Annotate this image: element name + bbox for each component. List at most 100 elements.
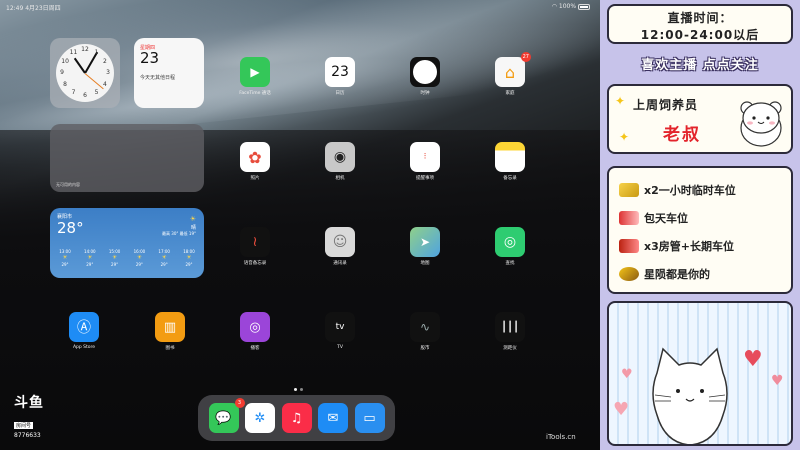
app-voice-memos[interactable]: ≀ 语音备忘录 (235, 227, 275, 266)
douyu-watermark: 斗鱼 房间号 8776633 (14, 392, 44, 439)
app-contacts[interactable]: ☺ 通讯录 (320, 227, 360, 266)
app-notes[interactable]: 备忘录 (490, 142, 530, 181)
gift-text: x3房管+长期车位 (644, 240, 734, 253)
sun-icon: ☀ (161, 254, 167, 261)
cat-mascot-icon (652, 347, 728, 444)
find-my-icon: ◎ (495, 227, 525, 257)
clock-numeral: 7 (71, 88, 76, 96)
clock-numeral: 11 (69, 49, 78, 57)
home-badge: 27 (520, 52, 531, 62)
ipad-home-screen: 12:49 4月23日周四 ◠ 100% 12 1 2 3 4 5 6 7 8 9 10 11 星期四… (0, 0, 600, 450)
empty-widget-label: 无可用的内容 (56, 182, 80, 187)
app-label: App Store (72, 345, 96, 350)
weather-hour: 18:00 ☀ 29° (180, 249, 198, 267)
star-icon: ✦ (615, 94, 626, 108)
app-label: 股市 (420, 346, 430, 351)
app-tv[interactable]: tv TV (320, 312, 360, 350)
app-clock[interactable]: 时钟 (405, 57, 445, 96)
stream-time-title: 直播时间： (667, 11, 733, 25)
hour-temp: 29° (111, 262, 119, 267)
app-label: 备忘录 (503, 176, 517, 181)
app-reminders[interactable]: ⁝ 提醒事项 (405, 142, 445, 181)
book-icon: ▥ (155, 312, 185, 342)
clock-widget[interactable]: 12 1 2 3 4 5 6 7 8 9 10 11 (50, 38, 120, 108)
battery-percent: 100% (558, 3, 577, 10)
sun-icon: ☀ (186, 254, 192, 261)
reminders-icon: ⁝ (410, 142, 440, 172)
heart-icon: ♥ (771, 373, 784, 389)
battery-icon (578, 3, 590, 10)
calendar-day: 23 (140, 49, 160, 67)
clock-face: 12 1 2 3 4 5 6 7 8 9 10 11 (56, 44, 114, 102)
clock-numeral: 10 (61, 57, 69, 65)
app-camera[interactable]: ◉ 相机 (320, 142, 360, 181)
app-maps[interactable]: ➤ 地图 (405, 227, 445, 266)
calendar-icon: 23 (325, 57, 355, 87)
weather-hour: 13:00 ☀ 29° (56, 249, 74, 267)
status-time: 12:49 4月23日周四 (6, 5, 61, 12)
clock-numeral: 8 (63, 80, 67, 88)
app-label: 通讯录 (333, 261, 347, 266)
contacts-icon: ☺ (325, 227, 355, 257)
calendar-no-events: 今天无其他日程 (140, 75, 176, 81)
app-label: 语音备忘录 (243, 261, 267, 266)
douyu-room-id: 8776633 (14, 432, 41, 439)
app-measure[interactable]: ┃┃┃ 测距仪 (490, 312, 530, 351)
cat-illustration-card: ♥ ♥ ♥ ♥ (607, 301, 793, 446)
dock: 💬 3 ✲ ♫ ✉ ▭ (198, 395, 395, 441)
app-stocks[interactable]: ∿ 股市 (405, 312, 445, 351)
meteor-icon (619, 267, 639, 281)
bear-mascot-icon (740, 101, 782, 147)
weather-hourly: 13:00 ☀ 29° 14:00 ☀ 29° 15:00 ☀ 29° 16:00 ☀ 29° … (56, 249, 198, 267)
app-home[interactable]: ⌂ 27 家庭 (490, 52, 531, 96)
messages-icon[interactable]: 💬 3 (208, 398, 245, 433)
gift-row: 包天车位 (619, 204, 791, 232)
page-dot (293, 388, 297, 391)
app-label: 查找 (505, 261, 515, 266)
clock-numeral: 9 (60, 69, 64, 76)
app-photos[interactable]: ✿ 照片 (235, 142, 275, 181)
weather-widget[interactable]: 襄阳市 28° ☀ 晴 最高 30° 最低 19° 13:00 ☀ 29° 14:0… (50, 208, 204, 278)
app-books[interactable]: ▥ 图书 (150, 312, 190, 351)
app-app-store[interactable]: Ⓐ App Store (64, 312, 104, 350)
rocket-icon (619, 211, 639, 225)
sun-icon: ☀ (136, 254, 143, 261)
waveform-icon: ≀ (240, 227, 270, 257)
gift-rewards-card: x2一小时临时车位 包天车位 x3房管+长期车位 星陨都是你的 (607, 166, 793, 294)
sun-icon: ☀ (87, 254, 93, 261)
app-label: 播客 (250, 346, 260, 351)
podcast-icon: ◎ (240, 312, 270, 342)
gift-text: 星陨都是你的 (644, 268, 710, 281)
last-week-keeper-card: ✦ ✦ 上周饲养员 老叔 (607, 84, 793, 154)
page-indicator[interactable] (292, 376, 304, 395)
safari-icon[interactable]: ✲ (245, 403, 275, 433)
rocket-icon (619, 239, 639, 253)
messages-badge: 3 (234, 398, 245, 408)
files-icon[interactable]: ▭ (354, 403, 385, 433)
app-label: 测距仪 (503, 346, 517, 351)
stream-info-panel: 直播时间： 12:00-24:00以后 喜欢主播 点点关注 ✦ ✦ 上周饲养员 … (600, 0, 800, 450)
clock-numeral: 1 (94, 49, 99, 57)
app-calendar[interactable]: 23 日历 (320, 57, 360, 96)
gift-row: x2一小时临时车位 (619, 176, 791, 204)
facetime-icon: ▶ (240, 57, 270, 87)
hour-temp: 29° (86, 262, 94, 267)
wifi-icon: ◠ (551, 3, 557, 10)
music-icon[interactable]: ♫ (281, 403, 312, 433)
empty-widget[interactable]: 无可用的内容 (50, 124, 204, 192)
heart-icon: ♥ (621, 367, 633, 382)
page-dot (299, 388, 303, 391)
stream-time-range: 12:00-24:00以后 (640, 28, 760, 42)
app-label: 时钟 (420, 91, 430, 96)
app-find-my[interactable]: ◎ 查找 (490, 227, 530, 266)
notes-icon (495, 142, 525, 172)
house-icon: ⌂ 27 (495, 52, 531, 87)
app-facetime[interactable]: ▶ FaceTime 通话 (235, 57, 275, 96)
star-icon: ✦ (619, 130, 630, 144)
hour-temp: 29° (135, 262, 143, 267)
mail-icon[interactable]: ✉ (318, 403, 348, 433)
app-podcasts[interactable]: ◎ 播客 (235, 312, 275, 351)
gift-text: 包天车位 (644, 212, 688, 225)
calendar-widget[interactable]: 星期四 23 今天无其他日程 (134, 38, 204, 108)
clock-numeral: 5 (94, 88, 99, 96)
